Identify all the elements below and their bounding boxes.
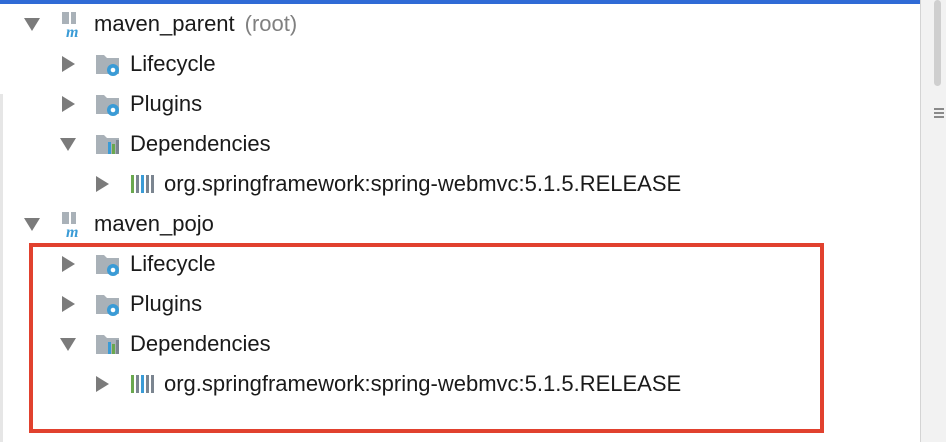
plugins-folder-icon (94, 90, 122, 118)
scrollbar-thumb[interactable] (934, 0, 941, 86)
right-tool-strip (920, 0, 946, 442)
left-gutter (0, 94, 3, 442)
collapsed-arrow-icon[interactable] (96, 176, 109, 192)
expanded-arrow-icon[interactable] (24, 217, 40, 231)
tree-node-maven-pojo[interactable]: m maven_pojo (24, 204, 214, 244)
dependency-label: org.springframework:spring-webmvc:5.1.5.… (164, 171, 682, 196)
database-tool-icon[interactable] (934, 108, 944, 118)
tree-node-plugins[interactable]: Plugins (60, 84, 202, 124)
highlight-annotation-box (29, 243, 824, 433)
collapsed-arrow-icon[interactable] (62, 96, 75, 112)
svg-text:m: m (66, 224, 78, 238)
root-suffix: (root) (244, 11, 298, 36)
project-name: maven_pojo (94, 211, 214, 236)
tree-node-dependency[interactable]: org.springframework:spring-webmvc:5.1.5.… (94, 164, 681, 204)
svg-text:m: m (66, 24, 78, 38)
tree-node-dependencies[interactable]: Dependencies (60, 124, 271, 164)
node-label: Dependencies (130, 131, 271, 156)
lifecycle-folder-icon (94, 50, 122, 78)
expanded-arrow-icon[interactable] (60, 137, 76, 151)
node-label: Plugins (130, 91, 203, 116)
collapsed-arrow-icon[interactable] (62, 56, 75, 72)
maven-project-icon: m (58, 210, 86, 238)
tree-node-maven-parent[interactable]: m maven_parent (root) (24, 4, 297, 44)
library-icon (128, 170, 156, 198)
tree-node-lifecycle[interactable]: Lifecycle (60, 44, 216, 84)
node-label: Lifecycle (130, 51, 216, 76)
maven-project-icon: m (58, 10, 86, 38)
project-name: maven_parent (94, 11, 235, 36)
expanded-arrow-icon[interactable] (24, 17, 40, 31)
dependencies-folder-icon (94, 130, 122, 158)
